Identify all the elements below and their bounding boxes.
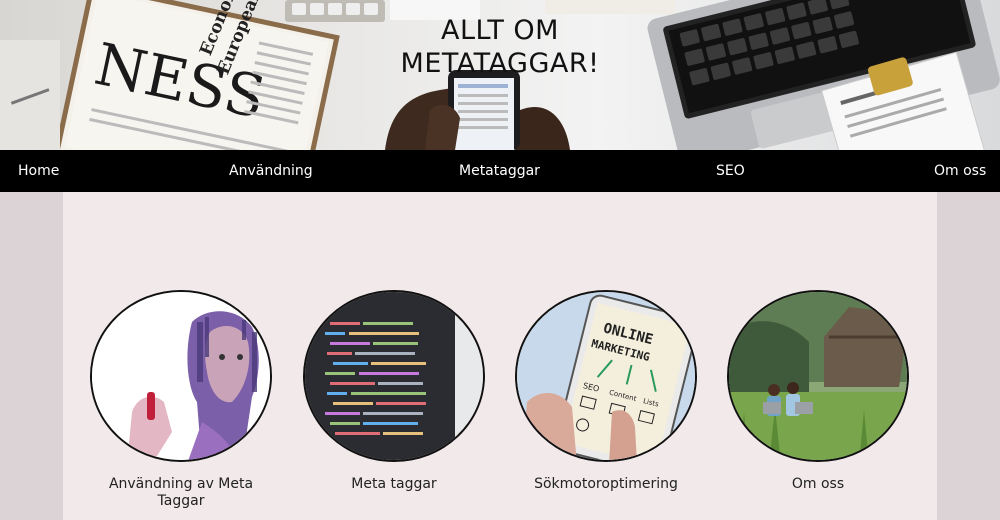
card-label: Användning av Meta Taggar [108, 476, 254, 509]
card-label: Om oss [791, 476, 845, 492]
card-sokmotoroptimering[interactable]: ONLINE MARKETING SEO Content Lists Sökmo… [515, 290, 697, 493]
main-nav: Home Användning Metataggar SEO Om oss [0, 150, 1000, 192]
content-area: Användning av Meta Taggar Meta taggar ON… [63, 192, 937, 520]
hero-banner: NESS Economy of the European Union [0, 0, 1000, 150]
nav-om-oss[interactable]: Om oss [934, 150, 986, 192]
nav-metataggar[interactable]: Metataggar [459, 150, 540, 192]
card-anvandning[interactable]: Användning av Meta Taggar [90, 290, 272, 510]
card-om-oss[interactable]: Om oss [727, 290, 909, 493]
site-title-line-2: METATAGGAR! [400, 48, 600, 79]
site-title-line-1: ALLT OM [441, 15, 559, 46]
code-screen-image[interactable] [303, 290, 485, 462]
kids-laptops-field-image[interactable] [727, 290, 909, 462]
online-marketing-tablet-image[interactable]: ONLINE MARKETING SEO Content Lists [515, 290, 697, 462]
nav-home[interactable]: Home [18, 150, 59, 192]
card-meta-taggar[interactable]: Meta taggar [303, 290, 485, 493]
nav-anvandning[interactable]: Användning [229, 150, 313, 192]
site-title: ALLT OM METATAGGAR! [380, 14, 620, 80]
card-label: Sökmotoroptimering [534, 476, 678, 492]
card-label: Meta taggar [351, 476, 437, 492]
nav-seo[interactable]: SEO [716, 150, 745, 192]
ai-robot-face-image[interactable] [90, 290, 272, 462]
